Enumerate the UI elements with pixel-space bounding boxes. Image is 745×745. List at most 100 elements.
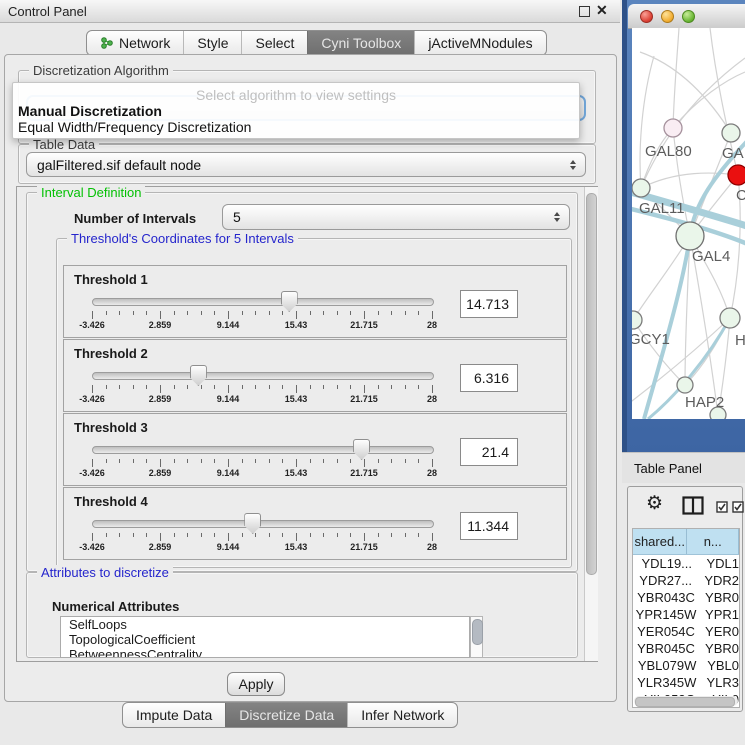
threshold-value-field[interactable]: 11.344 [460,512,518,540]
top-right-node[interactable] [722,124,740,142]
table-data-select[interactable]: galFiltered.sif default node [26,152,586,177]
attribute-list-item[interactable]: SelfLoops [61,617,469,632]
checkbox-icon[interactable] [732,501,744,516]
menu-item-equal-width-frequency[interactable]: Equal Width/Frequency Discretization [18,119,251,135]
table-panel-bar: Table Panel [622,452,745,483]
numerical-attributes-list[interactable]: SelfLoopsTopologicalCoefficientBetweenne… [60,616,470,658]
hap2-node[interactable] [677,377,693,393]
split-pane-icon[interactable] [682,496,704,518]
attribute-list-item[interactable]: TopologicalCoefficient [61,632,469,647]
gear-icon[interactable]: ⚙ [646,494,663,513]
cell-name: YBR0 [699,590,739,605]
window-zoom-button[interactable] [682,10,695,23]
number-of-intervals-value: 5 [233,209,241,225]
threshold-panel: Threshold 3-3.4262.8599.14415.4321.71528… [63,413,567,486]
threshold-slider-track[interactable] [92,298,434,306]
tab-discretize-data[interactable]: Discretize Data [225,703,347,727]
slider-tick-label: 2.859 [149,394,172,404]
tab-select[interactable]: Select [241,31,307,55]
table-row[interactable]: YPR145WYPR1 [633,606,739,623]
tab-label: Discretize Data [239,707,334,723]
slider-tick-label: 15.43 [285,542,308,552]
thresholds-group: Threshold's Coordinates for 5 Intervals … [56,238,572,568]
slider-tick-label: 2.859 [149,542,172,552]
slider-tick-label: 15.43 [285,320,308,330]
network-node-label: H [735,332,745,349]
interval-definition-title: Interval Definition [37,185,145,200]
table-row[interactable]: YDL19...YDL1 [633,555,739,572]
slider-tick-label: 2.859 [149,320,172,330]
vertical-scrollbar-thumb[interactable] [586,193,597,575]
cell-shared-name: YBL079W [633,658,701,673]
tab-label: Style [197,35,228,51]
checkbox-icon[interactable] [716,501,728,516]
window-minimize-button[interactable] [661,10,674,23]
cell-shared-name: YBR045C [633,641,699,656]
number-of-intervals-select[interactable]: 5 [222,204,570,230]
tab-infer-network[interactable]: Infer Network [347,703,457,727]
window-close-button[interactable] [640,10,653,23]
node-table[interactable]: shared... n... YDL19...YDL1YDR27...YDR2Y… [632,528,740,708]
attributes-list-scrollbar[interactable] [470,616,483,658]
vertical-scrollbar[interactable] [584,187,598,661]
threshold-panel: Threshold 2-3.4262.8599.14415.4321.71528… [63,339,567,412]
tab-jactivemnodules[interactable]: jActiveMNodules [414,31,545,55]
slider-tick-label: 21.715 [350,542,378,552]
slider-tick-label: 2.859 [149,468,172,478]
threshold-slider-track[interactable] [92,446,434,454]
table-row[interactable]: YBL079WYBL0 [633,657,739,674]
cell-shared-name: YBR043C [633,590,699,605]
gal80-node[interactable] [664,119,682,137]
float-window-icon[interactable] [579,6,590,17]
network-graph: GAL80GACGAL11GAL4GCY1HHAP2 [632,28,745,419]
table-row[interactable]: YBR043CYBR0 [633,589,739,606]
h-node[interactable] [720,308,740,328]
table-row[interactable]: YDR27...YDR2 [633,572,739,589]
gal4-node[interactable] [676,222,704,250]
threshold-label: Threshold 2 [74,346,148,361]
slider-tick-label: 9.144 [217,320,240,330]
tab-impute-data[interactable]: Impute Data [123,703,225,727]
column-header-name[interactable]: n... [687,529,739,554]
threshold-slider-thumb[interactable] [190,365,207,386]
slider-tick-label: 9.144 [217,394,240,404]
attributes-group-title: Attributes to discretize [37,565,173,580]
threshold-slider-thumb[interactable] [281,291,298,312]
apply-button[interactable]: Apply [227,672,285,696]
table-row[interactable]: YBR045CYBR0 [633,640,739,657]
cyni-bottom-tabs: Impute Data Discretize Data Infer Network [122,702,458,728]
threshold-slider-thumb[interactable] [353,439,370,460]
table-horizontal-scrollbar[interactable] [634,696,738,706]
tab-label: Network [119,35,170,51]
tab-cyni-toolbox[interactable]: Cyni Toolbox [307,31,414,55]
table-scrollbar-thumb[interactable] [635,697,735,707]
close-icon[interactable]: ✕ [596,2,608,19]
attribute-list-item[interactable]: BetweennessCentrality [61,647,469,658]
slider-tick-label: 21.715 [350,394,378,404]
gal11-node[interactable] [632,179,650,197]
threshold-slider-track[interactable] [92,520,434,528]
tab-network[interactable]: Network [87,31,183,55]
cell-name: YLR3 [700,675,739,690]
selected-red-node[interactable] [728,165,745,185]
slider-tick-label: -3.426 [79,320,105,330]
network-view[interactable]: GAL80GACGAL11GAL4GCY1HHAP2 [632,28,745,419]
number-of-intervals-label: Number of Intervals [74,211,196,226]
slider-tick-label: -3.426 [79,542,105,552]
threshold-slider-thumb[interactable] [244,513,261,534]
slider-tick-label: -3.426 [79,468,105,478]
cell-name: YER0 [699,624,739,639]
menu-item-manual-discretization[interactable]: Manual Discretization [18,103,162,119]
column-header-shared-name[interactable]: shared... [633,529,687,554]
tab-style[interactable]: Style [183,31,241,55]
threshold-slider-track[interactable] [92,372,434,380]
network-node-label: GA [722,145,744,162]
threshold-value-field[interactable]: 14.713 [460,290,518,318]
gcy1-node[interactable] [632,311,642,329]
attributes-scrollbar-thumb[interactable] [472,619,483,645]
table-row[interactable]: YLR345WYLR3 [633,674,739,691]
table-row[interactable]: YER054CYER0 [633,623,739,640]
threshold-value-field[interactable]: 6.316 [460,364,518,392]
network-node-label: GAL4 [692,248,730,265]
threshold-value-field[interactable]: 21.4 [460,438,518,466]
